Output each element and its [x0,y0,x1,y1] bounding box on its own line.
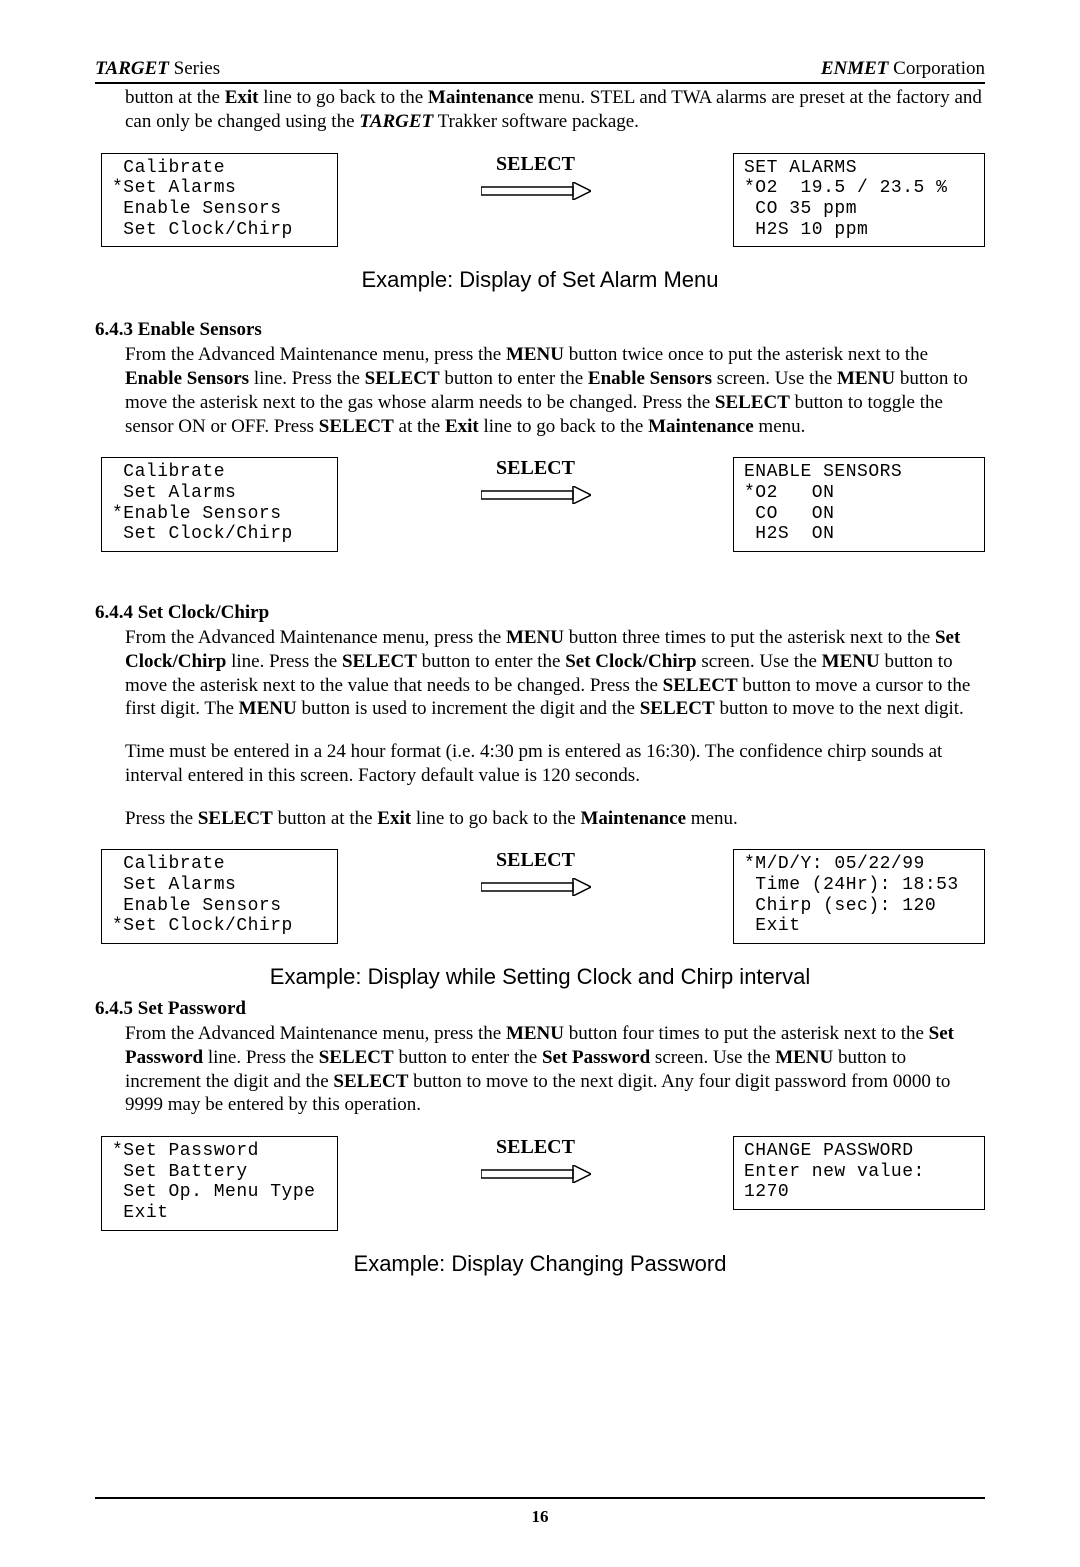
select-label: SELECT [496,1136,575,1159]
arrow-right-icon [481,1165,591,1183]
select-arrow-group: SELECT [338,153,733,200]
arrow-right-icon [481,878,591,896]
heading-set-password: 6.4.5 Set Password [95,998,985,1020]
diagram-set-alarms: Calibrate *Set Alarms Enable Sensors Set… [95,153,985,248]
caption-set-clock: Example: Display while Setting Clock and… [95,964,985,990]
select-label: SELECT [496,153,575,176]
lcd-menu-set-alarms: Calibrate *Set Alarms Enable Sensors Set… [101,153,338,248]
enmet-word: ENMET [821,58,889,79]
header-left: TARGET Series [95,58,220,80]
lcd-screen-set-password: CHANGE PASSWORD Enter new value: 1270 [733,1136,985,1210]
target-word: TARGET [95,58,169,79]
lcd-screen-set-alarms: SET ALARMS *O2 19.5 / 23.5 % CO 35 ppm H… [733,153,985,248]
diagram-set-password: *Set Password Set Battery Set Op. Menu T… [95,1136,985,1231]
intro-paragraph: button at the Exit line to go back to th… [125,86,985,134]
para-set-clock-3: Press the SELECT button at the Exit line… [125,807,985,831]
select-arrow-group: SELECT [338,457,733,504]
select-arrow-group: SELECT [338,849,733,896]
lcd-menu-enable-sensors: Calibrate Set Alarms *Enable Sensors Set… [101,457,338,552]
corporation-word: Corporation [888,58,985,79]
page-number: 16 [95,1507,985,1527]
para-set-password: From the Advanced Maintenance menu, pres… [125,1022,985,1117]
caption-set-alarms: Example: Display of Set Alarm Menu [95,267,985,293]
select-label: SELECT [496,457,575,480]
lcd-menu-set-clock: Calibrate Set Alarms Enable Sensors *Set… [101,849,338,944]
arrow-right-icon [481,182,591,200]
heading-enable-sensors: 6.4.3 Enable Sensors [95,319,985,341]
select-arrow-group: SELECT [338,1136,733,1183]
footer-rule [95,1497,985,1499]
para-set-clock-1: From the Advanced Maintenance menu, pres… [125,626,985,721]
arrow-right-icon [481,486,591,504]
para-set-clock-2: Time must be entered in a 24 hour format… [125,740,985,788]
para-enable-sensors: From the Advanced Maintenance menu, pres… [125,343,985,438]
select-label: SELECT [496,849,575,872]
lcd-screen-enable-sensors: ENABLE SENSORS *O2 ON CO ON H2S ON [733,457,985,552]
caption-set-password: Example: Display Changing Password [95,1251,985,1277]
diagram-enable-sensors: Calibrate Set Alarms *Enable Sensors Set… [95,457,985,552]
series-word: Series [169,58,220,79]
lcd-menu-set-password: *Set Password Set Battery Set Op. Menu T… [101,1136,338,1231]
lcd-screen-set-clock: *M/D/Y: 05/22/99 Time (24Hr): 18:53 Chir… [733,849,985,944]
heading-set-clock-chirp: 6.4.4 Set Clock/Chirp [95,602,985,624]
diagram-set-clock: Calibrate Set Alarms Enable Sensors *Set… [95,849,985,944]
header-right: ENMET Corporation [821,58,985,80]
page-header: TARGET Series ENMET Corporation [95,58,985,84]
